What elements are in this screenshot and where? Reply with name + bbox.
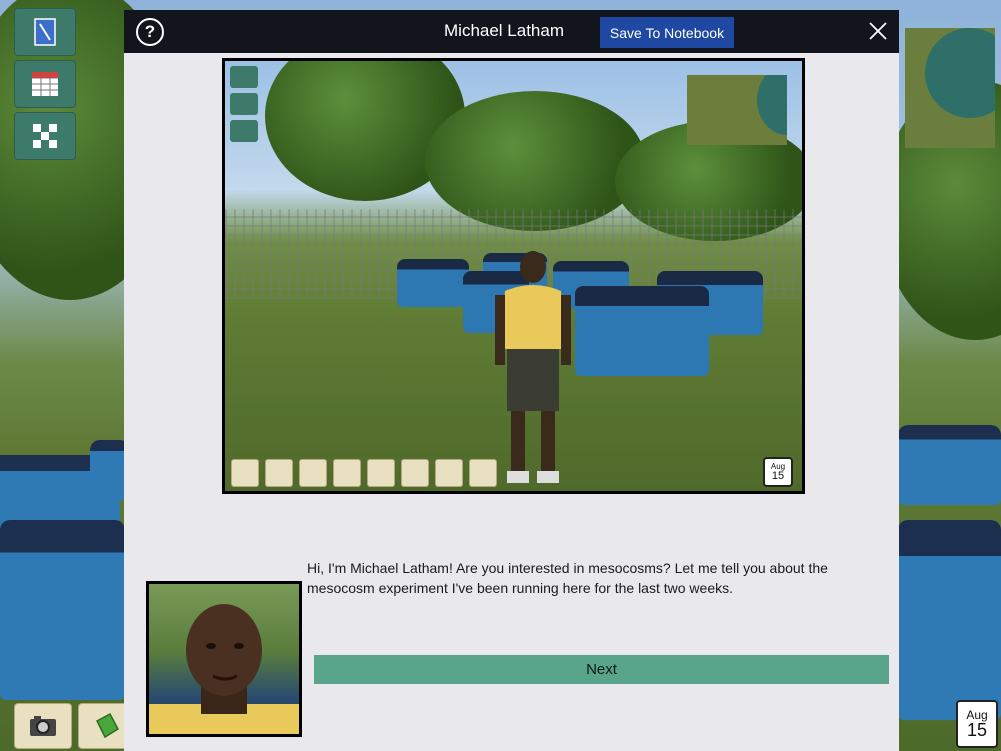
probe-icon (469, 459, 497, 487)
notebook-icon (34, 18, 56, 46)
mini-data-table-icon (230, 93, 258, 115)
camera-button[interactable] (14, 703, 72, 749)
next-button[interactable]: Next (314, 655, 889, 684)
close-icon[interactable] (867, 20, 889, 42)
mesocosm-tank (575, 286, 709, 376)
modal-titlebar: ? Michael Latham Save To Notebook (124, 10, 899, 53)
date-indicator: Aug 15 (956, 700, 998, 748)
scene-preview-image: Aug 15 (222, 58, 805, 494)
save-to-notebook-button[interactable]: Save To Notebook (600, 17, 734, 48)
mesocosm-tank (0, 520, 125, 700)
portrait-face (149, 604, 299, 734)
preview-minimap (687, 75, 787, 145)
character-portrait (146, 581, 302, 737)
modal-title: Michael Latham (444, 21, 565, 40)
pipette-icon (401, 459, 429, 487)
data-table-button[interactable] (14, 60, 76, 108)
character-figure (495, 251, 571, 483)
field-guide-icon (265, 459, 293, 487)
preview-date-indicator: Aug 15 (763, 457, 793, 487)
preview-date-day: 15 (771, 469, 785, 482)
field-guide-icon (96, 712, 119, 739)
mesocosm-tank (898, 520, 1001, 720)
dialog-text: Hi, I'm Michael Latham! Are you interest… (307, 560, 828, 596)
mesocosm-tank (397, 259, 469, 307)
character-dialog-modal: ? Michael Latham Save To Notebook Aug 15… (124, 10, 899, 751)
map-grid-button[interactable] (14, 112, 76, 160)
tray-icon (299, 459, 327, 487)
mini-notebook-icon (230, 66, 258, 88)
data-table-icon (32, 72, 58, 96)
camera-icon (231, 459, 259, 487)
help-icon[interactable]: ? (136, 18, 164, 46)
laptop-icon (333, 459, 361, 487)
notebook-button[interactable] (14, 8, 76, 56)
camera-icon (30, 716, 56, 736)
mesocosm-tank (898, 425, 1001, 505)
minimap[interactable] (905, 28, 995, 148)
date-day: 15 (966, 720, 988, 740)
mini-map-grid-icon (230, 120, 258, 142)
map-grid-icon (33, 124, 57, 148)
scale-icon (435, 459, 463, 487)
map-icon (367, 459, 395, 487)
